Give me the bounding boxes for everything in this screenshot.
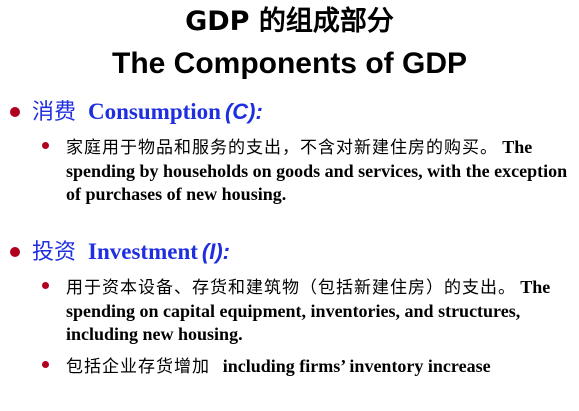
bullet-dot-icon <box>42 361 49 368</box>
section-symbol: (C): <box>224 99 263 124</box>
slide-title-english: The Components of GDP <box>112 47 467 80</box>
section-label-english: Consumption <box>88 99 221 124</box>
bullet-dot-icon <box>42 142 49 149</box>
bullet-dot-icon <box>10 107 20 118</box>
bullet-dot-icon <box>42 282 49 289</box>
item-text-chinese: 家庭用于物品和服务的支出，不含对新建住房的购买。 <box>66 138 498 158</box>
section-consumption-heading: 消费 Consumption (C): <box>10 97 263 130</box>
bullet-dot-icon <box>10 247 20 258</box>
list-item-consumption-definition: 家庭用于物品和服务的支出，不含对新建住房的购买。 The spending by… <box>42 136 572 206</box>
item-text-chinese: 包括企业存货增加 <box>66 357 210 377</box>
section-label-english: Investment <box>88 239 198 264</box>
item-text-english: including firms’ inventory increase <box>222 356 491 376</box>
section-investment-heading: 投资 Investment (I): <box>10 237 230 270</box>
list-item-investment-definition: 用于资本设备、存货和建筑物（包括新建住房）的支出。 The spending o… <box>42 276 572 346</box>
section-label-chinese: 投资 <box>32 240 77 265</box>
slide-title-chinese: GDP 的组成部分 <box>185 6 394 37</box>
item-text-chinese: 用于资本设备、存货和建筑物（包括新建住房）的支出。 <box>66 278 516 298</box>
slide: GDP 的组成部分 The Components of GDP 消费 Consum… <box>0 0 579 411</box>
section-label-chinese: 消费 <box>32 100 77 125</box>
list-item-inventory-increase: 包括企业存货增加 including firms’ inventory incr… <box>42 355 572 379</box>
section-symbol: (I): <box>201 239 230 264</box>
